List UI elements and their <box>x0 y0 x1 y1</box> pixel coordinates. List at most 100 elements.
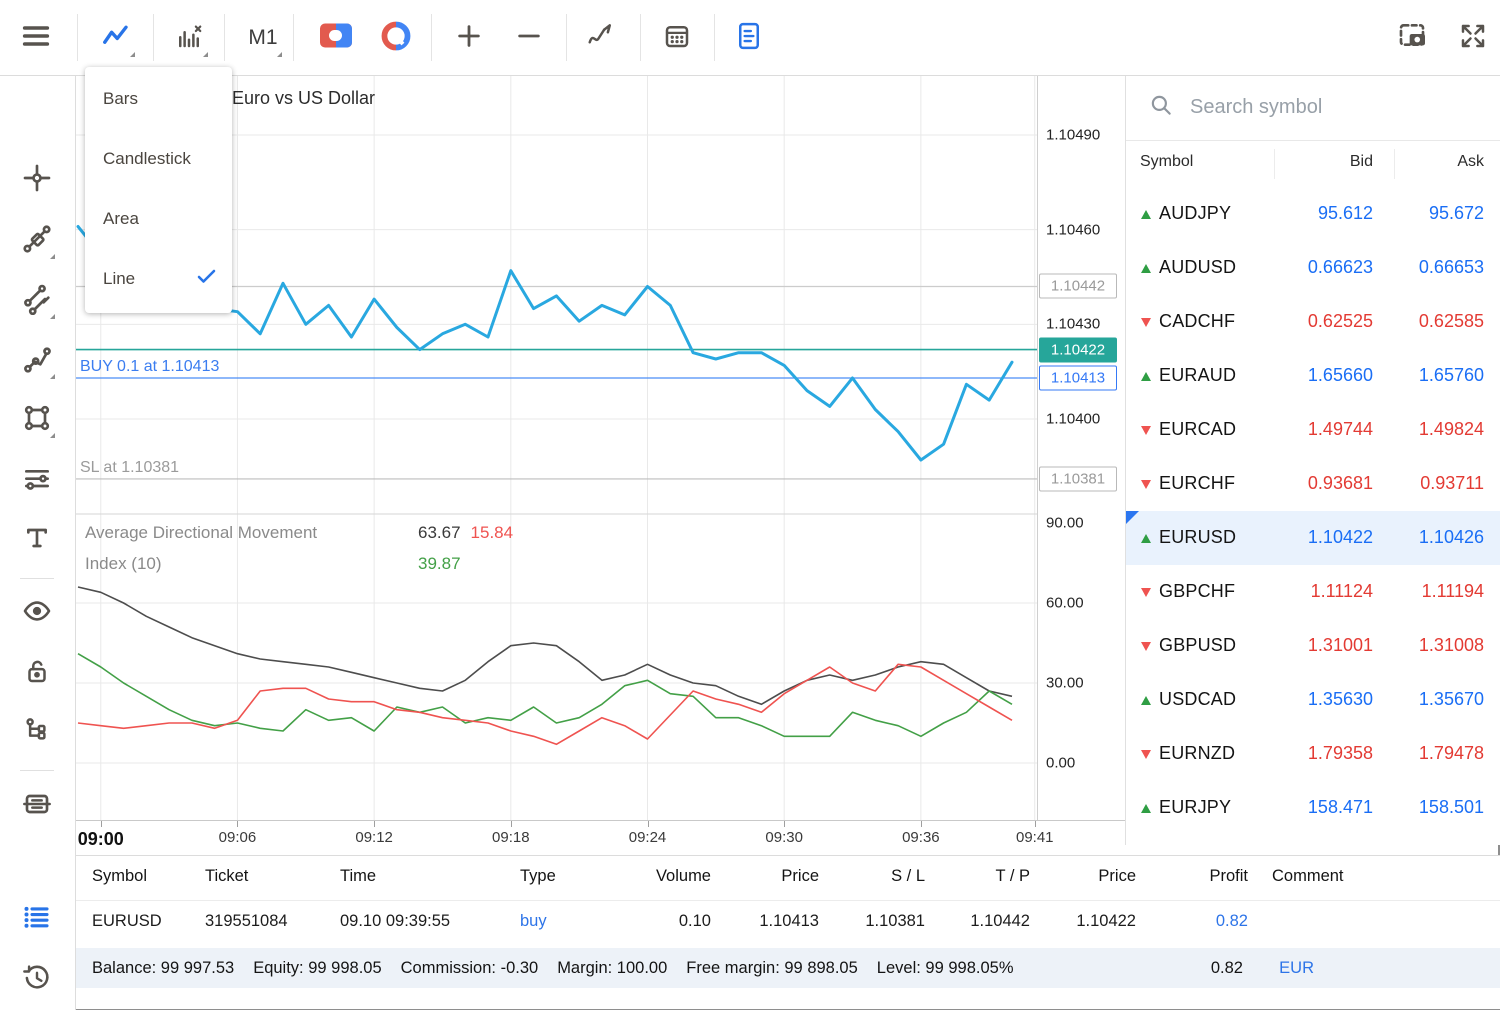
ask-value[interactable]: 1.10426 <box>1419 527 1484 548</box>
trade-list-icon <box>22 902 52 937</box>
account-summary-item: Level: 99 998.05% <box>877 959 1014 978</box>
mt5-web-terminal: M1 <box>0 0 1500 1010</box>
table-cell: 1.10422 <box>1076 912 1136 931</box>
quote-row-eurchf[interactable]: EURCHF 0.93681 0.93711 <box>1126 457 1500 511</box>
quote-row-gbpusd[interactable]: GBPUSD 1.31001 1.31008 <box>1126 619 1500 673</box>
table-cell: 1.10413 <box>759 912 819 931</box>
ask-value[interactable]: 0.66653 <box>1419 257 1484 278</box>
one-click-trading-icon <box>319 22 353 54</box>
ask-value[interactable]: 0.93711 <box>1420 473 1484 494</box>
ask-value[interactable]: 95.672 <box>1429 203 1484 224</box>
zoom-in-button[interactable] <box>446 15 492 61</box>
time-tick-label: 09:36 <box>902 829 940 846</box>
trade-panel-button[interactable] <box>15 784 59 828</box>
quote-row-audusd[interactable]: AUDUSD0.666230.66653 <box>1126 241 1500 295</box>
bid-value[interactable]: 1.11124 <box>1311 581 1373 602</box>
screenshot-button[interactable] <box>1390 15 1436 61</box>
ask-value[interactable]: 158.501 <box>1419 797 1484 818</box>
triangle-down-icon <box>1141 480 1151 489</box>
checkmark-icon <box>197 269 216 289</box>
timeframe-button[interactable]: M1 <box>240 15 286 61</box>
table-cell: 1.10442 <box>970 912 1030 931</box>
price-tick-label: 1.10400 <box>1046 411 1100 428</box>
stop-loss-price-box: 1.10381 <box>1039 466 1117 491</box>
bid-value[interactable]: 1.49744 <box>1308 419 1373 440</box>
bid-value[interactable]: 0.62525 <box>1308 311 1373 332</box>
bid-value[interactable]: 1.65660 <box>1308 365 1373 386</box>
quote-row-cadchf[interactable]: CADCHF0.625250.62585 <box>1126 295 1500 349</box>
shapes-tool-button[interactable] <box>15 398 59 442</box>
ask-value[interactable]: 1.79478 <box>1419 743 1484 764</box>
quote-row-usdcad[interactable]: USDCAD1.356301.35670 <box>1126 673 1500 727</box>
fullscreen-button[interactable] <box>1450 15 1496 61</box>
chart-type-option-line[interactable]: Line <box>85 249 232 309</box>
eye-icon <box>21 595 53 632</box>
ask-value[interactable]: 1.11194 <box>1422 581 1484 602</box>
history-icon <box>21 962 53 999</box>
quote-row-eurnzd[interactable]: EURNZD1.793581.79478 <box>1126 727 1500 781</box>
crosshair-draw-icon <box>586 21 616 56</box>
symbol-name: GBPUSD <box>1159 635 1236 656</box>
bid-value[interactable]: 1.10422 <box>1308 527 1373 548</box>
levels-tool-button[interactable] <box>15 458 59 502</box>
chart-type-option-area[interactable]: Area <box>85 189 232 249</box>
triangle-up-icon <box>1141 804 1151 813</box>
quote-row-euraud[interactable]: EURAUD1.656601.65760 <box>1126 349 1500 403</box>
time-axis[interactable]: 09:0009:0609:1209:1809:2409:3009:3609:41 <box>75 820 1125 856</box>
search-input[interactable] <box>1188 95 1432 120</box>
price-tick-label: 1.10430 <box>1046 316 1100 333</box>
crosshair-tool-button[interactable] <box>15 158 59 202</box>
market-watch-toggle-button[interactable] <box>726 15 772 61</box>
history-button[interactable] <box>15 958 59 1002</box>
lock-button[interactable] <box>15 651 59 695</box>
symbol-name: EURCAD <box>1159 419 1236 440</box>
menu-button[interactable] <box>13 15 59 61</box>
ask-value[interactable]: 1.35670 <box>1419 689 1484 710</box>
zoom-out-button[interactable] <box>506 15 552 61</box>
screenshot-icon <box>1397 20 1429 57</box>
price-axis[interactable]: 1.104901.104601.104301.104001.104421.104… <box>1037 75 1126 820</box>
text-tool-button[interactable] <box>15 518 59 562</box>
quotes-header: Symbol Bid Ask <box>1126 141 1500 187</box>
crosshair-draw-button[interactable] <box>578 15 624 61</box>
bid-value[interactable]: 0.93681 <box>1308 473 1373 494</box>
bid-value[interactable]: 1.31001 <box>1308 635 1373 656</box>
ask-value[interactable]: 1.31008 <box>1419 635 1484 656</box>
calendar-button[interactable] <box>654 15 700 61</box>
chart-type-option-bars[interactable]: Bars <box>85 69 232 129</box>
top-toolbar: M1 <box>0 0 1500 76</box>
trendline-tool-button[interactable] <box>15 279 59 323</box>
account-currency[interactable]: EUR <box>1279 959 1314 978</box>
triangle-up-icon <box>1141 372 1151 381</box>
quote-row-eurcad[interactable]: EURCAD 1.49744 1.49824 <box>1126 403 1500 457</box>
polyline-tool-button[interactable] <box>15 339 59 383</box>
triangle-down-icon <box>1141 750 1151 759</box>
bid-value[interactable]: 95.612 <box>1318 203 1373 224</box>
price-tick-label: 1.10460 <box>1046 221 1100 238</box>
bid-value[interactable]: 0.66623 <box>1308 257 1373 278</box>
chart-type-button[interactable] <box>93 15 139 61</box>
object-tree-button[interactable] <box>15 710 59 754</box>
trade-list-button[interactable] <box>15 897 59 941</box>
ask-value[interactable]: 1.49824 <box>1419 419 1484 440</box>
take-profit-price-box: 1.10442 <box>1039 274 1117 299</box>
bid-value[interactable]: 1.35630 <box>1308 689 1373 710</box>
indicators-button[interactable] <box>166 15 212 61</box>
quote-row-gbpchf[interactable]: GBPCHF1.111241.11194 <box>1126 565 1500 619</box>
one-click-trading-button[interactable] <box>313 15 359 61</box>
symbol-name: EURCHF <box>1159 473 1235 494</box>
measure-tool-button[interactable] <box>15 219 59 263</box>
quote-row-audjpy[interactable]: AUDJPY95.61295.672 <box>1126 187 1500 241</box>
ask-value[interactable]: 0.62585 <box>1419 311 1484 332</box>
bid-value[interactable]: 158.471 <box>1308 797 1373 818</box>
position-row[interactable]: EURUSD31955108409.10 09:39:55buy0.101.10… <box>75 901 1500 948</box>
visibility-button[interactable] <box>15 591 59 635</box>
chart-type-option-candlestick[interactable]: Candlestick <box>85 129 232 189</box>
bid-value[interactable]: 1.79358 <box>1308 743 1373 764</box>
quote-row-eurusd[interactable]: EURUSD1.104221.10426 <box>1126 511 1500 565</box>
gauge-button[interactable] <box>373 15 419 61</box>
positions-header: SymbolTicketTimeTypeVolumePriceS / LT / … <box>75 856 1500 901</box>
quote-row-eurjpy[interactable]: EURJPY158.471158.501 <box>1126 781 1500 835</box>
ask-value[interactable]: 1.65760 <box>1419 365 1484 386</box>
search-icon <box>1148 92 1174 123</box>
